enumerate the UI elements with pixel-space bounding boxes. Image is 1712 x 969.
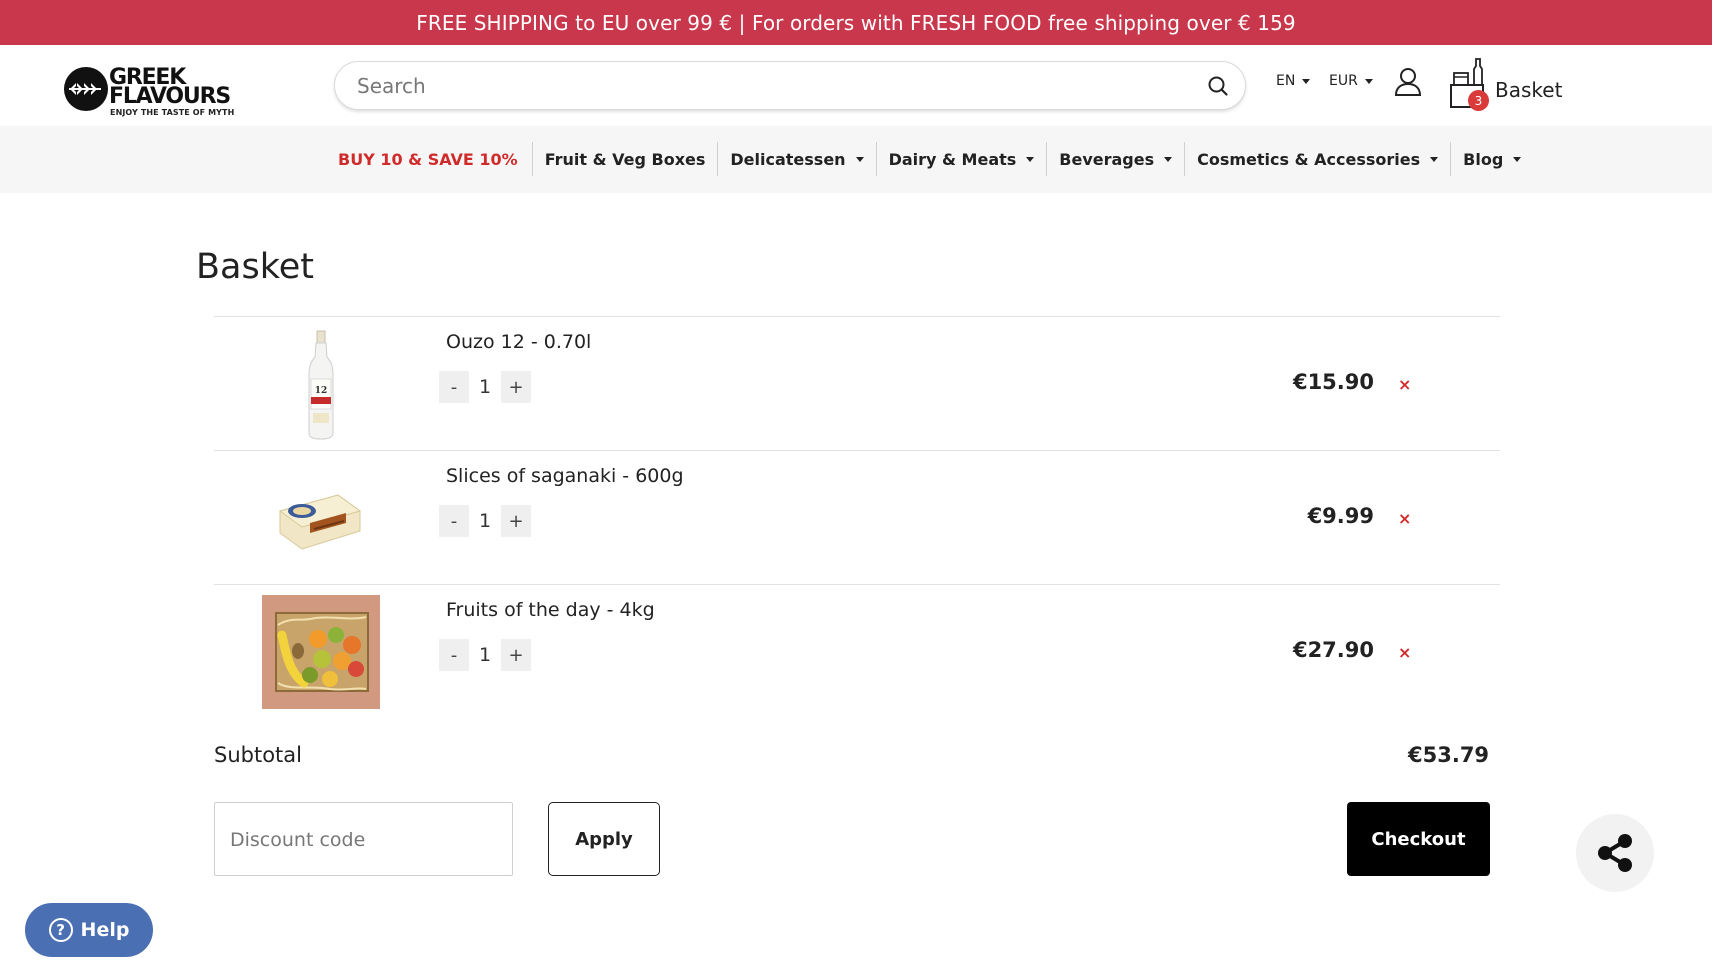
basket-items-list: 12 Ouzo 12 - 0.70l - 1 + €15.90 × Slices… xyxy=(214,316,1500,718)
nav-item-blog[interactable]: Blog xyxy=(1451,142,1533,176)
logo[interactable]: GREEK FLAVOURS ENJOY THE TASTE OF MYTH xyxy=(62,55,242,117)
item-price: €15.90 xyxy=(1292,370,1374,394)
subtotal-value: €53.79 xyxy=(1408,743,1490,767)
nav-item-label: Blog xyxy=(1463,149,1504,169)
checkout-button[interactable]: Checkout xyxy=(1347,802,1490,876)
quantity-value[interactable]: 1 xyxy=(469,505,501,537)
quantity-value[interactable]: 1 xyxy=(469,639,501,671)
search-bar xyxy=(334,61,1246,110)
chevron-down-icon xyxy=(1302,78,1311,84)
quantity-stepper: - 1 + xyxy=(439,371,531,403)
svg-text:12: 12 xyxy=(315,386,328,396)
chevron-down-icon xyxy=(1513,156,1522,162)
nav-item-beverages[interactable]: Beverages xyxy=(1047,142,1186,176)
chevron-down-icon xyxy=(1364,78,1373,84)
chevron-down-icon xyxy=(1430,156,1439,162)
search-input[interactable] xyxy=(357,72,1177,100)
nav-item-cosmetics-accessories[interactable]: Cosmetics & Accessories xyxy=(1185,142,1452,176)
remove-item-icon[interactable]: × xyxy=(1398,643,1411,662)
language-value: EN xyxy=(1276,73,1296,89)
search-icon[interactable] xyxy=(1207,75,1229,101)
quantity-stepper: - 1 + xyxy=(439,505,531,537)
main-nav: BUY 10 & SAVE 10% Fruit & Veg Boxes Deli… xyxy=(0,126,1712,193)
user-icon[interactable] xyxy=(1394,67,1422,101)
share-icon[interactable] xyxy=(1576,814,1654,892)
chevron-down-icon xyxy=(1026,156,1035,162)
nav-item-buy-10-save[interactable]: BUY 10 & SAVE 10% xyxy=(328,142,533,176)
remove-item-icon[interactable]: × xyxy=(1398,509,1411,528)
product-image-ouzo[interactable]: 12 xyxy=(260,327,382,441)
nav-item-label: BUY 10 & SAVE 10% xyxy=(338,149,518,169)
currency-value: EUR xyxy=(1329,73,1358,89)
decrease-quantity-button[interactable]: - xyxy=(439,371,469,403)
logo-text-line2: FLAVOURS xyxy=(109,84,231,109)
product-name[interactable]: Fruits of the day - 4kg xyxy=(446,599,655,621)
basket-item-row: Fruits of the day - 4kg - 1 + €27.90 × xyxy=(214,584,1500,718)
promo-banner: FREE SHIPPING to EU over 99 € | For orde… xyxy=(0,0,1712,45)
product-name[interactable]: Slices of saganaki - 600g xyxy=(446,465,684,487)
basket-count-badge: 3 xyxy=(1468,90,1489,111)
discount-code-field xyxy=(214,802,513,876)
discount-code-input[interactable] xyxy=(230,825,490,855)
chevron-down-icon xyxy=(855,156,864,162)
logo-mark-icon xyxy=(64,67,108,111)
basket-label: Basket xyxy=(1495,78,1563,102)
product-image-fruits[interactable] xyxy=(260,595,382,709)
item-price: €27.90 xyxy=(1292,638,1374,662)
nav-item-fruit-veg-boxes[interactable]: Fruit & Veg Boxes xyxy=(533,142,719,176)
help-question-icon: ? xyxy=(48,918,73,942)
help-button[interactable]: ? Help xyxy=(25,903,153,957)
remove-item-icon[interactable]: × xyxy=(1398,375,1411,394)
item-price: €9.99 xyxy=(1307,504,1374,528)
currency-selector[interactable]: EUR xyxy=(1329,73,1373,89)
quantity-value[interactable]: 1 xyxy=(469,371,501,403)
nav-item-label: Delicatessen xyxy=(730,149,846,169)
decrease-quantity-button[interactable]: - xyxy=(439,505,469,537)
promo-text: FREE SHIPPING to EU over 99 € | For orde… xyxy=(416,10,1296,35)
increase-quantity-button[interactable]: + xyxy=(501,639,531,671)
basket-item-row: Slices of saganaki - 600g - 1 + €9.99 × xyxy=(214,450,1500,584)
chevron-down-icon xyxy=(1164,156,1173,162)
page-title: Basket xyxy=(196,247,314,287)
nav-item-label: Dairy & Meats xyxy=(888,149,1017,169)
decrease-quantity-button[interactable]: - xyxy=(439,639,469,671)
nav-item-label: Beverages xyxy=(1059,149,1155,169)
language-selector[interactable]: EN xyxy=(1276,73,1311,89)
nav-item-dairy-meats[interactable]: Dairy & Meats xyxy=(877,142,1048,176)
basket-item-row: 12 Ouzo 12 - 0.70l - 1 + €15.90 × xyxy=(214,316,1500,450)
increase-quantity-button[interactable]: + xyxy=(501,371,531,403)
increase-quantity-button[interactable]: + xyxy=(501,505,531,537)
site-header: GREEK FLAVOURS ENJOY THE TASTE OF MYTH E… xyxy=(0,45,1712,126)
help-label: Help xyxy=(80,919,130,941)
apply-discount-button[interactable]: Apply xyxy=(548,802,660,876)
nav-item-label: Fruit & Veg Boxes xyxy=(544,149,706,169)
basket-button[interactable]: 3 Basket xyxy=(1448,57,1568,111)
product-name[interactable]: Ouzo 12 - 0.70l xyxy=(446,331,591,353)
subtotal-label: Subtotal xyxy=(214,743,302,767)
nav-item-label: Cosmetics & Accessories xyxy=(1197,149,1421,169)
product-image-saganaki[interactable] xyxy=(260,461,382,575)
quantity-stepper: - 1 + xyxy=(439,639,531,671)
nav-item-delicatessen[interactable]: Delicatessen xyxy=(718,142,877,176)
logo-tagline: ENJOY THE TASTE OF MYTH xyxy=(110,108,235,117)
